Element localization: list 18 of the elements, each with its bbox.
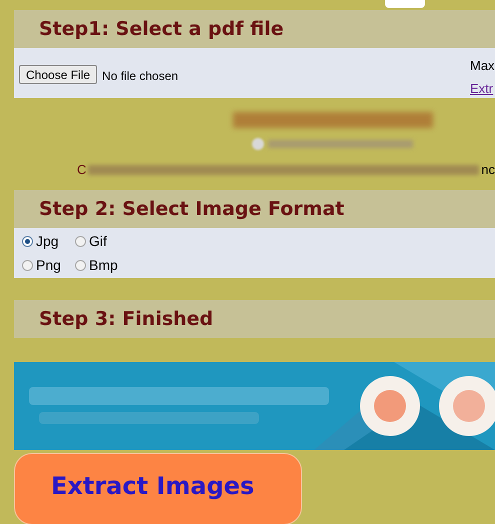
extract-images-button[interactable]: Extract Images (14, 453, 302, 524)
format-label: Jpg (36, 232, 59, 251)
size-note: Max (470, 57, 495, 75)
text-fragment: nc (481, 161, 495, 179)
radio-button[interactable] (22, 260, 33, 270)
radio-button[interactable] (75, 236, 86, 246)
radio-button[interactable] (22, 236, 33, 246)
step-header: Step 2: Select Image Format (14, 190, 495, 228)
step-header: Step 3: Finished (14, 300, 495, 338)
step-header: Step1: Select a pdf file (14, 10, 495, 48)
text-fragment: C (77, 161, 86, 179)
format-label: Bmp (89, 256, 118, 275)
extract-link[interactable]: Extr (470, 78, 495, 98)
format-label: Gif (89, 232, 107, 250)
choose-file-button[interactable]: Choose File (19, 65, 98, 84)
format-label: Png (36, 256, 61, 275)
radio-button[interactable] (75, 260, 86, 270)
file-status: No file chosen (102, 68, 178, 85)
